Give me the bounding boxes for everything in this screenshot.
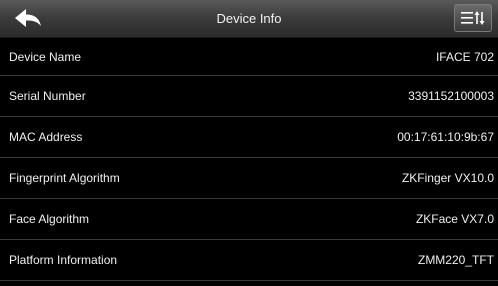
row-label: Face Algorithm (9, 212, 90, 226)
row-label: Fingerprint Algorithm (9, 171, 120, 185)
device-info-screen: Device Info Device Name IFACE 702 Serial… (0, 0, 498, 286)
row-label: MAC Address (9, 130, 83, 144)
row-value: 3391152100003 (408, 89, 494, 103)
menu-button-frame (454, 4, 492, 32)
row-fingerprint-algorithm: Fingerprint Algorithm ZKFinger VX10.0 (0, 158, 498, 199)
header-bar: Device Info (0, 0, 498, 38)
row-value: IFACE 702 (435, 49, 494, 64)
row-label: Device Name (9, 49, 82, 64)
row-label: Serial Number (9, 89, 86, 103)
row-platform-information: Platform Information ZMM220_TFT (0, 240, 498, 281)
sort-menu-icon (461, 11, 485, 25)
row-value: ZKFace VX7.0 (415, 212, 494, 226)
sort-menu-button[interactable] (452, 3, 494, 33)
page-title: Device Info (216, 11, 282, 26)
info-list: Device Name IFACE 702 Serial Number 3391… (0, 38, 498, 281)
row-label: Platform Information (9, 253, 118, 267)
row-face-algorithm: Face Algorithm ZKFace VX7.0 (0, 199, 498, 240)
row-mac-address: MAC Address 00:17:61:10:9b:67 (0, 117, 498, 158)
row-value: ZMM220_TFT (417, 253, 494, 267)
row-serial-number: Serial Number 3391152100003 (0, 76, 498, 117)
row-device-name: Device Name IFACE 702 (0, 38, 498, 76)
row-value: ZKFinger VX10.0 (401, 171, 494, 185)
row-value: 00:17:61:10:9b:67 (397, 130, 494, 144)
